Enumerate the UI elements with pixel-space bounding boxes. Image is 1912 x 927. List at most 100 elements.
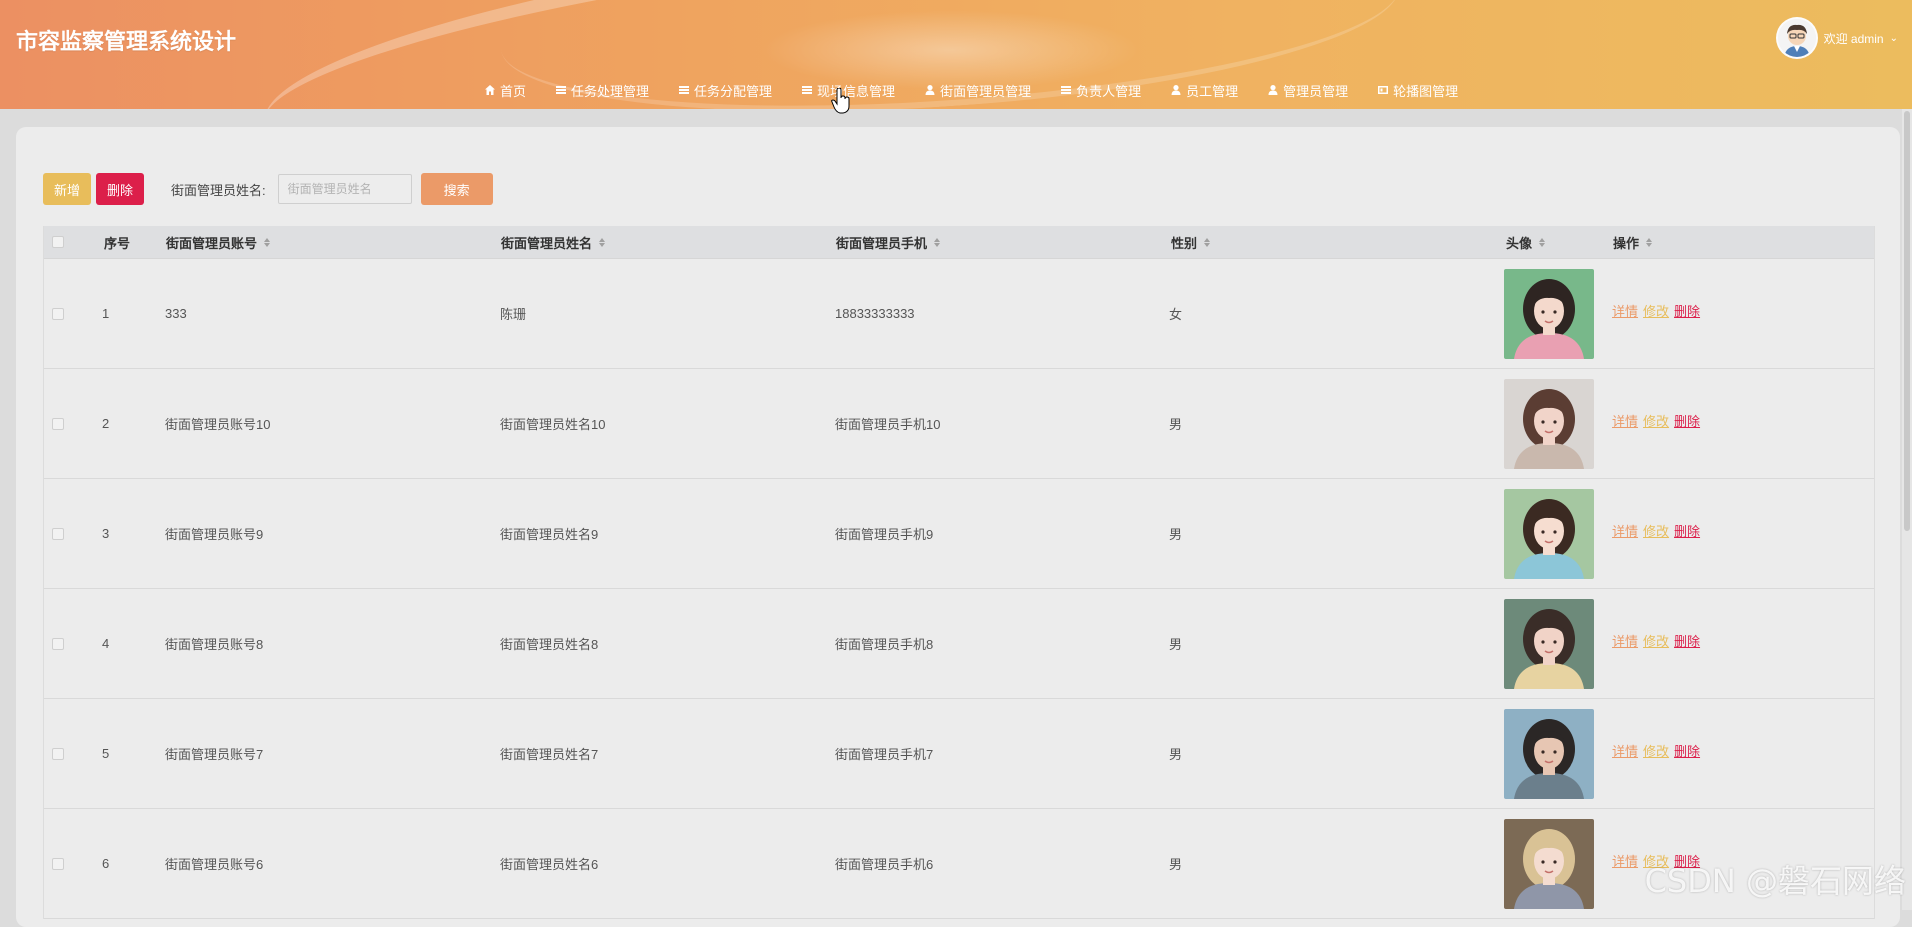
header-actions-label[interactable]: 操作 bbox=[1613, 233, 1639, 252]
detail-link[interactable]: 详情 bbox=[1612, 521, 1638, 540]
avatar-photo[interactable] bbox=[1504, 818, 1594, 909]
sort-icon[interactable] bbox=[1204, 237, 1211, 247]
sort-icon[interactable] bbox=[264, 237, 271, 247]
row-select-cell bbox=[52, 809, 64, 918]
row-checkbox[interactable] bbox=[52, 747, 64, 760]
nav-item-7[interactable]: 管理员管理 bbox=[1267, 81, 1348, 100]
nav-item-label[interactable]: 轮播图管理 bbox=[1393, 81, 1458, 100]
list-icon bbox=[556, 86, 567, 94]
avatar-image bbox=[1504, 708, 1594, 799]
nav-item-label[interactable]: 首页 bbox=[500, 81, 526, 100]
table-row: 5 街面管理员账号7 街面管理员姓名7 街面管理员手机7 男 详情 修改 删除 bbox=[44, 699, 1874, 809]
home-icon bbox=[485, 85, 495, 95]
nav-item-label[interactable]: 负责人管理 bbox=[1076, 81, 1141, 100]
cell-index: 1 bbox=[102, 306, 110, 321]
edit-link[interactable]: 修改 bbox=[1643, 631, 1669, 650]
avatar-photo[interactable] bbox=[1504, 598, 1594, 689]
cell-actions: 详情 修改 删除 bbox=[1612, 476, 1700, 585]
user-icon bbox=[1268, 85, 1278, 95]
delete-link[interactable]: 删除 bbox=[1674, 301, 1700, 320]
nav-item-label[interactable]: 任务处理管理 bbox=[571, 81, 649, 100]
avatar-photo[interactable] bbox=[1504, 378, 1594, 469]
user-menu[interactable]: 欢迎 admin ⌄ bbox=[1775, 16, 1898, 60]
row-select-cell bbox=[52, 369, 64, 478]
nav-item-label[interactable]: 现场信息管理 bbox=[817, 81, 895, 100]
header-name[interactable]: 街面管理员姓名 bbox=[501, 226, 606, 258]
edit-link[interactable]: 修改 bbox=[1643, 741, 1669, 760]
header-gender[interactable]: 性别 bbox=[1171, 226, 1211, 258]
nav-item-6[interactable]: 员工管理 bbox=[1170, 81, 1238, 100]
delete-link[interactable]: 删除 bbox=[1674, 631, 1700, 650]
row-checkbox[interactable] bbox=[52, 417, 64, 430]
nav-item-8[interactable]: 轮播图管理 bbox=[1377, 81, 1458, 100]
header-gender-label[interactable]: 性别 bbox=[1171, 233, 1197, 252]
user-greeting[interactable]: 欢迎 admin bbox=[1824, 30, 1884, 47]
header-account-label[interactable]: 街面管理员账号 bbox=[166, 233, 257, 252]
avatar-photo[interactable] bbox=[1504, 268, 1594, 359]
cell-avatar bbox=[1504, 589, 1594, 698]
avatar-image bbox=[1504, 378, 1594, 469]
delete-link[interactable]: 删除 bbox=[1674, 411, 1700, 430]
search-input[interactable] bbox=[277, 174, 412, 204]
nav-item-0[interactable]: 首页 bbox=[484, 81, 526, 100]
avatar-image bbox=[1504, 598, 1594, 689]
row-checkbox[interactable] bbox=[52, 527, 64, 540]
nav-item-4[interactable]: 街面管理员管理 bbox=[924, 81, 1031, 100]
row-checkbox[interactable] bbox=[52, 637, 64, 650]
sort-icon[interactable] bbox=[1539, 237, 1546, 247]
nav-item-label[interactable]: 员工管理 bbox=[1186, 81, 1238, 100]
avatar-photo[interactable] bbox=[1504, 708, 1594, 799]
batch-delete-button[interactable]: 删除 bbox=[96, 173, 145, 205]
detail-link[interactable]: 详情 bbox=[1612, 851, 1638, 870]
cell-avatar bbox=[1504, 809, 1594, 918]
detail-link[interactable]: 详情 bbox=[1612, 741, 1638, 760]
cell-phone: 街面管理员手机10 bbox=[835, 417, 941, 432]
delete-link[interactable]: 删除 bbox=[1674, 741, 1700, 760]
select-all-checkbox[interactable] bbox=[52, 236, 64, 248]
user-avatar-icon bbox=[1777, 19, 1816, 57]
avatar-image bbox=[1504, 818, 1594, 909]
detail-link[interactable]: 详情 bbox=[1612, 301, 1638, 320]
edit-link[interactable]: 修改 bbox=[1643, 301, 1669, 320]
edit-link[interactable]: 修改 bbox=[1643, 521, 1669, 540]
page-scrollbar[interactable] bbox=[1902, 109, 1912, 910]
cell-avatar bbox=[1504, 369, 1594, 478]
nav-item-5[interactable]: 负责人管理 bbox=[1060, 81, 1141, 100]
header-actions[interactable]: 操作 bbox=[1613, 226, 1653, 258]
avatar-photo[interactable] bbox=[1504, 488, 1594, 579]
header-name-label[interactable]: 街面管理员姓名 bbox=[501, 233, 592, 252]
user-icon bbox=[925, 85, 935, 95]
detail-link[interactable]: 详情 bbox=[1612, 631, 1638, 650]
header-phone[interactable]: 街面管理员手机 bbox=[836, 226, 941, 258]
header-phone-label[interactable]: 街面管理员手机 bbox=[836, 233, 927, 252]
sort-icon[interactable] bbox=[934, 237, 941, 247]
header-account[interactable]: 街面管理员账号 bbox=[166, 226, 271, 258]
nav-item-1[interactable]: 任务处理管理 bbox=[555, 81, 649, 100]
cell-gender: 女 bbox=[1169, 307, 1183, 322]
nav-item-label[interactable]: 任务分配管理 bbox=[694, 81, 772, 100]
nav-item-2[interactable]: 任务分配管理 bbox=[678, 81, 772, 100]
top-nav: 首页 任务处理管理 任务分配管理 现场信息管理 街面管理员管理 负责人管理 员工管理 管理员管… bbox=[484, 81, 1487, 99]
user-icon bbox=[1171, 85, 1181, 95]
user-avatar[interactable] bbox=[1775, 17, 1818, 59]
delete-link[interactable]: 删除 bbox=[1674, 521, 1700, 540]
chevron-down-icon[interactable]: ⌄ bbox=[1890, 33, 1898, 44]
search-button[interactable]: 搜索 bbox=[420, 173, 493, 205]
nav-item-label[interactable]: 管理员管理 bbox=[1283, 81, 1348, 100]
scrollbar-thumb[interactable] bbox=[1904, 111, 1910, 531]
row-select-cell bbox=[52, 259, 64, 368]
nav-item-label[interactable]: 街面管理员管理 bbox=[940, 81, 1031, 100]
cell-name: 陈珊 bbox=[500, 307, 527, 322]
header-avatar-label[interactable]: 头像 bbox=[1506, 233, 1532, 252]
detail-link[interactable]: 详情 bbox=[1612, 411, 1638, 430]
add-button[interactable]: 新增 bbox=[43, 173, 92, 205]
row-checkbox[interactable] bbox=[52, 857, 64, 870]
header-avatar[interactable]: 头像 bbox=[1506, 226, 1546, 258]
edit-link[interactable]: 修改 bbox=[1643, 411, 1669, 430]
row-checkbox[interactable] bbox=[52, 307, 64, 320]
cell-index: 3 bbox=[102, 526, 110, 541]
row-select-cell bbox=[52, 699, 64, 808]
sort-icon[interactable] bbox=[1646, 237, 1653, 247]
cell-account: 333 bbox=[165, 306, 187, 321]
sort-icon[interactable] bbox=[599, 237, 606, 247]
